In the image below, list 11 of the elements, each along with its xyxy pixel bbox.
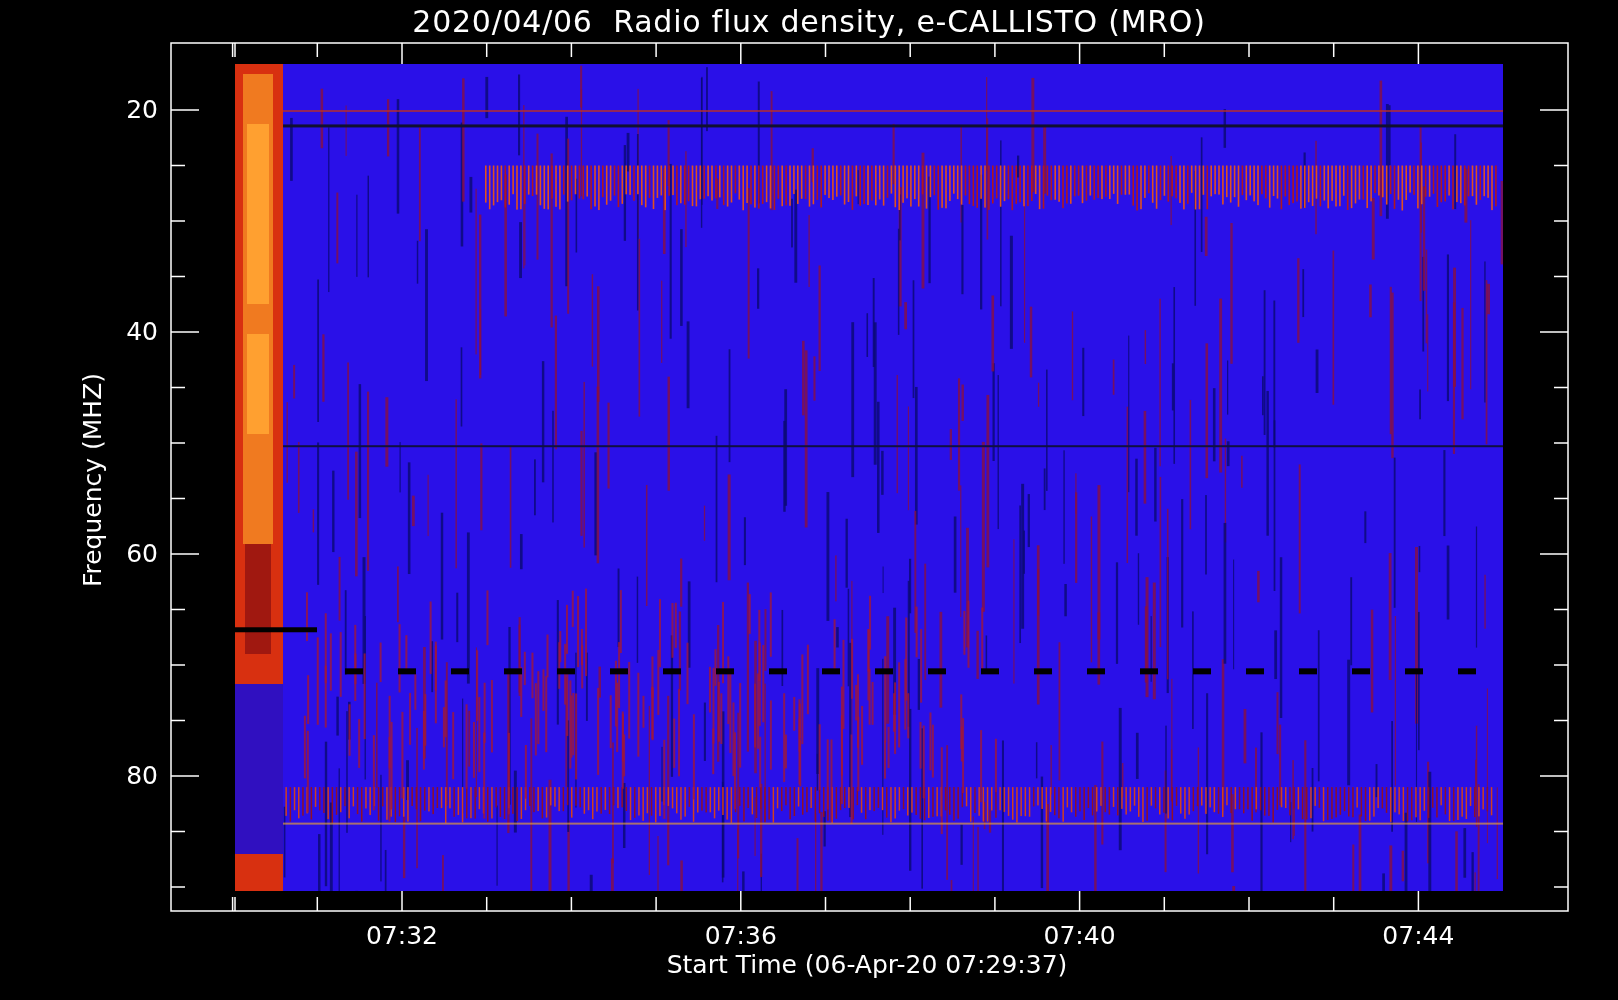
- x-axis-label: Start Time (06-Apr-20 07:29:37): [665, 950, 1069, 980]
- x-tick-label: 07:40: [1042, 921, 1117, 951]
- y-tick-label: 40: [126, 317, 158, 347]
- x-tick-label: 07:44: [1381, 921, 1456, 951]
- y-tick-label: 20: [126, 95, 158, 125]
- plot-title: 2020/04/06 Radio flux density, e-CALLISTO (MRO): [411, 3, 1207, 41]
- x-tick-label: 07:32: [364, 921, 439, 951]
- y-tick-label: 80: [126, 761, 158, 791]
- x-tick-label: 07:36: [703, 921, 778, 951]
- y-tick-label: 60: [126, 539, 158, 569]
- y-axis-label: Frequency (MHZ): [78, 372, 108, 588]
